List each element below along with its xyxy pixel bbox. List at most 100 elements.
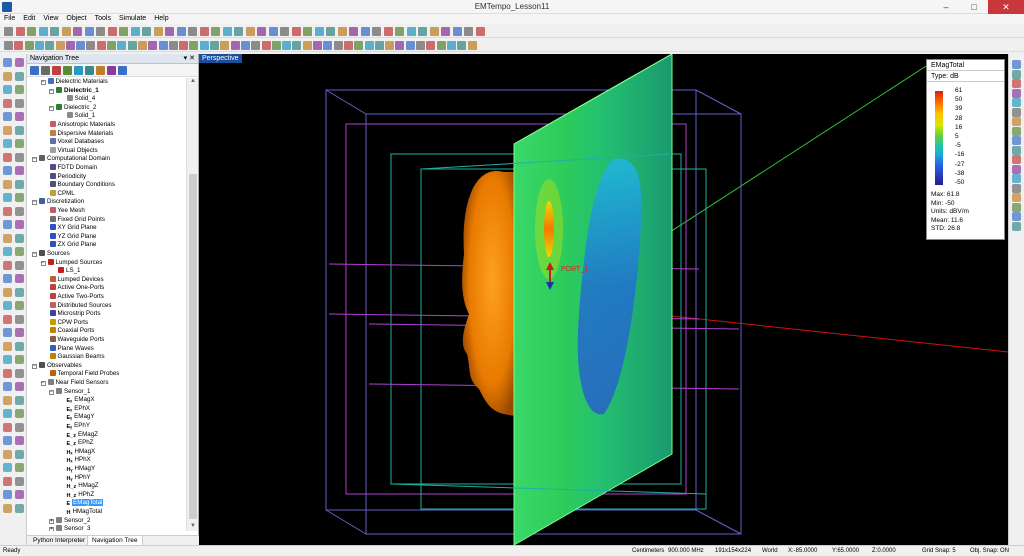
toolbar1-button-33[interactable] bbox=[372, 27, 381, 36]
toolbar1-button-4[interactable] bbox=[38, 27, 48, 36]
draw-tool-button-20[interactable] bbox=[15, 179, 24, 189]
toolbar2-button-41[interactable] bbox=[416, 41, 425, 50]
view-tool-button-6[interactable] bbox=[1012, 107, 1021, 117]
tree-item-ephx[interactable]: Eₓ EPhX bbox=[67, 405, 91, 414]
tree-item-gaussian-beams[interactable]: Gaussian Beams bbox=[49, 353, 105, 362]
toolbar2-button-9[interactable] bbox=[86, 41, 96, 50]
draw-tool-button-40[interactable] bbox=[15, 314, 24, 324]
tree-item-coaxial-ports[interactable]: Coaxial Ports bbox=[49, 327, 94, 336]
toolbar1-button-24[interactable] bbox=[268, 27, 278, 36]
toolbar1-button-21[interactable] bbox=[234, 27, 243, 36]
draw-tool-button-50[interactable] bbox=[15, 382, 24, 391]
draw-tool-button-10[interactable] bbox=[15, 112, 24, 121]
view-tool-button-16[interactable] bbox=[1012, 202, 1021, 212]
tree-item-virtual-objects[interactable]: Virtual Objects bbox=[49, 146, 98, 156]
tree-item-dispersive-materials[interactable]: Dispersive Materials bbox=[49, 129, 113, 139]
draw-tool-button-37[interactable] bbox=[3, 301, 12, 310]
toolbar2-button-26[interactable] bbox=[261, 41, 271, 50]
draw-tool-button-60[interactable] bbox=[15, 449, 24, 459]
draw-tool-button-28[interactable] bbox=[15, 233, 24, 243]
view-tool-button-17[interactable] bbox=[1012, 212, 1021, 221]
toolbar2-button-46[interactable] bbox=[467, 41, 477, 50]
toolbar1-button-37[interactable] bbox=[418, 27, 427, 36]
tree-item-emagz[interactable]: E_z EMagZ bbox=[67, 431, 98, 440]
toolbar1-button-39[interactable] bbox=[441, 27, 450, 36]
tree-item-hphx[interactable]: Hₓ HPhX bbox=[67, 456, 91, 465]
menu-simulate[interactable]: Simulate bbox=[115, 14, 150, 24]
draw-tool-button-57[interactable] bbox=[3, 436, 12, 445]
draw-tool-button-59[interactable] bbox=[3, 449, 12, 459]
draw-tool-button-39[interactable] bbox=[3, 314, 12, 324]
toolbar2-button-20[interactable] bbox=[199, 41, 209, 50]
collapse-icon[interactable]: − bbox=[40, 260, 46, 266]
draw-tool-button-25[interactable] bbox=[3, 220, 12, 229]
draw-tool-button-19[interactable] bbox=[3, 179, 12, 189]
view-tool-button-13[interactable] bbox=[1012, 174, 1021, 183]
toolbar2-button-42[interactable] bbox=[426, 41, 436, 50]
tree-item-zx-grid-plane[interactable]: ZX Grid Plane bbox=[49, 241, 96, 250]
draw-tool-button-49[interactable] bbox=[3, 382, 12, 391]
toolbar1-button-36[interactable] bbox=[406, 27, 416, 36]
tree-item-plane-waves[interactable]: Plane Waves bbox=[49, 344, 94, 354]
toolbar2-button-8[interactable] bbox=[76, 41, 86, 50]
draw-tool-button-45[interactable] bbox=[3, 355, 12, 364]
draw-tool-button-26[interactable] bbox=[15, 220, 24, 229]
draw-tool-button-41[interactable] bbox=[3, 328, 12, 337]
tree-item-voxel-databases[interactable]: Voxel Databases bbox=[49, 138, 104, 147]
view-tool-button-12[interactable] bbox=[1012, 164, 1021, 174]
expand-icon[interactable]: + bbox=[49, 518, 54, 524]
tree-item-emagtotal[interactable]: E EMagTotal bbox=[67, 499, 104, 508]
menu-edit[interactable]: Edit bbox=[19, 14, 39, 24]
tree-item-temporal-field-probes[interactable]: Temporal Field Probes bbox=[49, 370, 119, 379]
draw-tool-button-47[interactable] bbox=[3, 368, 12, 378]
nav-toolbar-button-2[interactable] bbox=[41, 66, 50, 75]
toolbar2-button-43[interactable] bbox=[436, 41, 446, 50]
toolbar2-button-2[interactable] bbox=[14, 41, 24, 50]
tree-item-discretization[interactable]: − Discretization bbox=[32, 198, 84, 207]
draw-tool-button-12[interactable] bbox=[15, 125, 24, 135]
draw-tool-button-58[interactable] bbox=[15, 436, 24, 445]
tree-item-distributed-sources[interactable]: Distributed Sources bbox=[49, 301, 112, 311]
toolbar2-button-29[interactable] bbox=[292, 41, 302, 50]
collapse-icon[interactable]: − bbox=[49, 105, 54, 111]
tree-item-yz-grid-plane[interactable]: YZ Grid Plane bbox=[49, 232, 96, 242]
toolbar2-button-39[interactable] bbox=[395, 41, 405, 50]
tree-item-emagx[interactable]: Eₓ EMagX bbox=[67, 396, 95, 405]
tree-item-active-two-ports[interactable]: Active Two-Ports bbox=[49, 293, 104, 302]
collapse-icon[interactable]: − bbox=[32, 157, 37, 163]
toolbar2-button-36[interactable] bbox=[364, 41, 374, 50]
toolbar2-button-35[interactable] bbox=[354, 41, 364, 50]
tree-item-ephz[interactable]: E_z EPhZ bbox=[67, 439, 94, 448]
tree-item-hmagtotal[interactable]: H HMagTotal bbox=[67, 508, 103, 517]
tree-item-solid-4[interactable]: Solid_4 bbox=[66, 95, 95, 104]
toolbar1-button-28[interactable] bbox=[314, 27, 324, 36]
collapse-icon[interactable]: − bbox=[32, 363, 37, 369]
draw-tool-button-11[interactable] bbox=[3, 125, 12, 135]
nav-toolbar-button-4[interactable] bbox=[63, 66, 72, 75]
tree-item-sensor-2[interactable]: + Sensor_2 bbox=[49, 516, 91, 526]
toolbar1-button-27[interactable] bbox=[303, 27, 312, 36]
nav-toolbar-button-6[interactable] bbox=[85, 66, 94, 75]
draw-tool-button-46[interactable] bbox=[15, 355, 24, 364]
tree-item-lumped-devices[interactable]: Lumped Devices bbox=[49, 275, 104, 285]
toolbar2-button-15[interactable] bbox=[148, 41, 158, 50]
draw-tool-button-31[interactable] bbox=[3, 260, 12, 270]
draw-tool-button-61[interactable] bbox=[3, 463, 12, 472]
tree-item-near-field-sensors[interactable]: − Near Field Sensors bbox=[40, 379, 108, 388]
toolbar1-button-29[interactable] bbox=[326, 27, 335, 36]
scroll-down-icon[interactable]: ▼ bbox=[189, 523, 197, 531]
toolbar2-button-18[interactable] bbox=[179, 41, 189, 50]
draw-tool-button-21[interactable] bbox=[3, 193, 12, 202]
nav-toolbar-button-8[interactable] bbox=[107, 66, 116, 75]
tree-item-lumped-sources[interactable]: − Lumped Sources bbox=[40, 258, 102, 268]
tree-item-hmagy[interactable]: Hᵧ HMagY bbox=[67, 465, 96, 474]
nav-toolbar-button-1[interactable] bbox=[30, 66, 39, 75]
draw-tool-button-53[interactable] bbox=[3, 409, 12, 418]
draw-tool-button-65[interactable] bbox=[3, 490, 12, 499]
toolbar2-button-27[interactable] bbox=[271, 41, 281, 50]
maximize-button[interactable]: □ bbox=[960, 0, 988, 14]
draw-tool-button-8[interactable] bbox=[15, 98, 24, 108]
draw-tool-button-56[interactable] bbox=[15, 422, 24, 432]
toolbar1-button-19[interactable] bbox=[211, 27, 220, 36]
draw-tool-button-2[interactable] bbox=[15, 58, 24, 67]
